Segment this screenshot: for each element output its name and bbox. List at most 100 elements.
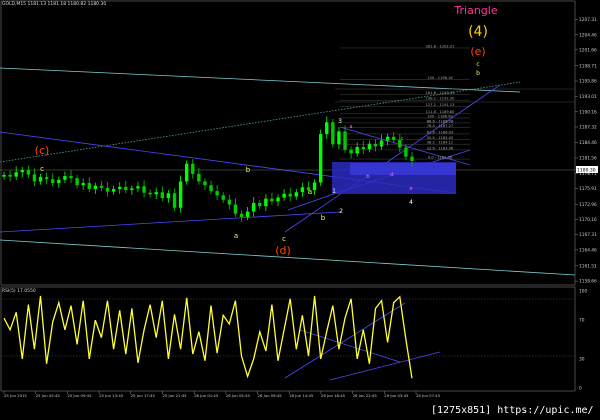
candle-body — [318, 134, 323, 183]
candle-body — [227, 199, 232, 205]
wave-4-small-label: 4 — [409, 199, 413, 206]
candle-body — [349, 149, 353, 154]
price-axis: 1207.31 1204.46 1201.66 1198.71 1195.86 1193.… — [575, 17, 597, 285]
rsi-tick-label: 0 — [579, 386, 582, 392]
candle-body — [215, 191, 219, 196]
wave-2-label: 2 — [339, 208, 343, 215]
candle-body — [136, 186, 140, 189]
channel-line-c — [284, 84, 501, 233]
wave-a2-label: a — [308, 188, 312, 196]
candle-body — [203, 181, 207, 186]
fib-level-label: 23.6 - 1183.06 — [427, 146, 454, 150]
time-axis: 25 Jun 2015 25 Jun 05:45 25 Jun 09:45 25 Ju… — [3, 391, 441, 398]
time-tick-label: 25 Jun 13:45 — [99, 393, 124, 398]
candle-body — [251, 202, 256, 212]
price-tick-label: 1201.66 — [579, 47, 597, 53]
candle-body — [294, 192, 298, 197]
time-tick-label: 25 Jun 05:45 — [36, 393, 61, 398]
candle-body — [8, 174, 12, 177]
wave-d-b-label: b — [246, 166, 251, 174]
rsi-trend-3 — [299, 329, 401, 363]
candle-body — [276, 197, 280, 202]
upper-cyan-trendline — [0, 67, 521, 93]
candle-body — [44, 177, 49, 180]
candle-body — [154, 192, 158, 195]
fib-level-label: 100 - 1188.99 — [427, 115, 453, 119]
candle-body — [331, 122, 335, 145]
time-tick-label: 25 Jun 2015 — [4, 393, 27, 398]
candle-body — [367, 143, 372, 150]
candle-body — [270, 198, 274, 202]
time-tick-label: 26 Jun 05:45 — [226, 393, 251, 398]
time-tick-label: 25 Jun 21:45 — [162, 393, 187, 398]
candle-body — [32, 174, 37, 182]
candle-body — [148, 192, 152, 195]
candle-body — [93, 185, 98, 189]
time-tick-label: 25 Jun 17:45 — [131, 393, 156, 398]
wave-d-a-label: a — [234, 232, 238, 240]
time-tick-label: 29 Jun 07:45 — [416, 393, 441, 398]
triangle-label: Triangle — [453, 4, 497, 17]
candle-body — [130, 188, 134, 191]
candle-body — [209, 185, 213, 192]
candle-body — [355, 146, 359, 154]
candle-body — [14, 172, 18, 177]
candle-body — [2, 174, 6, 177]
candle-body — [385, 136, 390, 141]
price-tick-label: 1164.46 — [579, 248, 597, 254]
rsi-tick-label: 30 — [579, 357, 585, 363]
time-tick-label: 29 Jun 03:45 — [384, 393, 409, 398]
candle-body — [75, 178, 79, 186]
wave-e-c-label: c — [476, 61, 479, 68]
candle-body — [258, 202, 262, 207]
rsi-panel: 100 70 30 0 — [1, 289, 587, 392]
price-tick-label: 1184.46 — [579, 140, 597, 146]
candle-body — [191, 163, 195, 174]
price-tick-label: 1158.66 — [579, 279, 597, 285]
wave-tri-b-label: b — [366, 174, 369, 180]
candle-body — [87, 183, 91, 189]
time-tick-label: 25 Jun 09:45 — [67, 393, 92, 398]
price-tick-label: 1167.31 — [579, 232, 597, 238]
rsi-axis: 100 70 30 0 — [579, 289, 587, 392]
fib-level-label: 38.2 - 1184.12 — [427, 141, 453, 145]
wave-c-paren-label: (c) — [35, 144, 50, 157]
time-tick-label: 26 Jun 14:45 — [289, 393, 314, 398]
price-chart[interactable]: 261.8 - 1202.01 100 - 1196.16 161.8 - 1193… — [0, 0, 600, 420]
price-tick-label: 1181.56 — [579, 156, 597, 162]
candle-body — [264, 198, 268, 207]
candle-body — [325, 122, 329, 135]
fib-level-label: 76.4 - 1187.27 — [427, 124, 453, 128]
fib-level-label: 161.8 - 1193.33 — [426, 91, 455, 95]
time-tick-label: 26 Jun 22:45 — [353, 393, 378, 398]
price-tick-label: 1187.32 — [579, 125, 597, 131]
candle-body — [312, 182, 317, 191]
fib-level-label: 0.0 - 1181.36 — [428, 156, 453, 160]
wave-c-label: c — [40, 165, 44, 173]
candle-body — [111, 188, 116, 192]
rsi-caption: RSI(5) 17.0550 — [2, 289, 36, 294]
price-tick-label: 1204.46 — [579, 32, 597, 38]
candle-body — [288, 193, 292, 197]
candle-body — [300, 187, 305, 193]
current-price-tag: 1180.30 — [576, 166, 598, 174]
price-tick-label: 1175.91 — [579, 186, 597, 192]
price-tick-label: 1161.51 — [579, 263, 597, 269]
candle-body — [166, 193, 171, 199]
candle-body — [26, 170, 31, 175]
price-tick-label: 1190.16 — [579, 109, 597, 115]
candle-body — [337, 131, 341, 145]
candle-body — [51, 179, 55, 184]
time-tick-label: 26 Jun 09:45 — [258, 393, 283, 398]
candle-body — [118, 186, 122, 189]
candle-body — [178, 181, 183, 208]
price-tick-label: 1172.96 — [579, 202, 597, 208]
time-tick-label: 26 Jun 01:45 — [194, 393, 219, 398]
fib-level-label: 61.8 - 1186.03 — [427, 130, 453, 134]
candle-body — [99, 185, 104, 188]
candle-body — [245, 211, 250, 217]
watermark: [1275x851] https://upic.me/ — [431, 405, 594, 416]
candle-body — [57, 179, 61, 184]
wave-4-label: (4) — [468, 24, 488, 40]
candle-body — [142, 186, 146, 193]
